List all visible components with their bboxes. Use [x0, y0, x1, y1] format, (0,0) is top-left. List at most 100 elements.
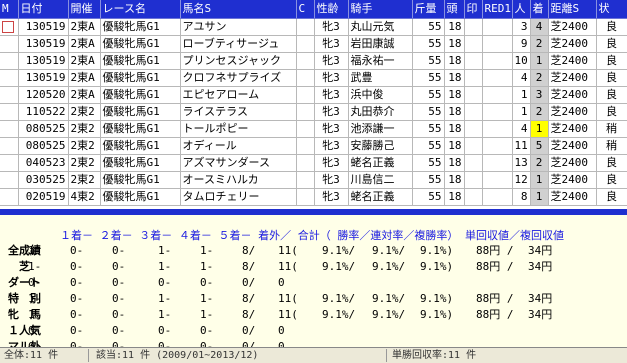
pop-cell[interactable]: 12 — [512, 171, 531, 189]
venue-cell[interactable]: 2東2 — [68, 137, 101, 155]
table-row[interactable]: 030525 2東2 優駿牝馬G1 オースミハルカ 牝3 川島信二 55 18 12 1 芝2400… — [0, 171, 627, 189]
date-cell[interactable]: 130519 — [18, 35, 69, 53]
mark-cell[interactable] — [464, 137, 483, 155]
dist-cell[interactable]: 芝2400 — [548, 69, 597, 87]
pop-cell[interactable]: 8 — [512, 188, 531, 206]
c-cell[interactable] — [296, 52, 315, 70]
horse-cell[interactable]: ローブティサージュ — [180, 35, 297, 53]
table-row[interactable]: 120520 2東A 優駿牝馬G1 エピセアローム 牝3 浜中俊 55 18 1 3 芝2400 良 — [0, 86, 627, 104]
col-header-cond[interactable]: 状 — [596, 0, 627, 19]
race-cell[interactable]: 優駿牝馬G1 — [100, 103, 181, 121]
dist-cell[interactable]: 芝2400 — [548, 171, 597, 189]
cond-cell[interactable]: 良 — [596, 154, 627, 172]
horse-cell[interactable]: アユサン — [180, 18, 297, 36]
venue-cell[interactable]: 4東2 — [68, 188, 101, 206]
jockey-cell[interactable]: 川島信二 — [348, 171, 413, 189]
mark-cell[interactable] — [464, 188, 483, 206]
horse-cell[interactable]: オディール — [180, 137, 297, 155]
jockey-cell[interactable]: 丸田恭介 — [348, 103, 413, 121]
check-cell[interactable] — [0, 171, 19, 189]
col-header-mark[interactable]: 印 — [464, 0, 483, 19]
sex-cell[interactable]: 牝3 — [314, 137, 349, 155]
cond-cell[interactable]: 稍 — [596, 137, 627, 155]
heads-cell[interactable]: 18 — [444, 86, 465, 104]
c-cell[interactable] — [296, 18, 315, 36]
check-cell[interactable] — [0, 18, 19, 36]
race-cell[interactable]: 優駿牝馬G1 — [100, 137, 181, 155]
weight-cell[interactable]: 55 — [412, 35, 445, 53]
mark-cell[interactable] — [464, 103, 483, 121]
heads-cell[interactable]: 18 — [444, 154, 465, 172]
pop-cell[interactable]: 3 — [512, 18, 531, 36]
col-header-heads[interactable]: 頭 — [444, 0, 465, 19]
cond-cell[interactable]: 良 — [596, 171, 627, 189]
c-cell[interactable] — [296, 154, 315, 172]
finish-cell[interactable]: 4 — [530, 18, 549, 36]
pop-cell[interactable]: 11 — [512, 137, 531, 155]
mark-cell[interactable] — [464, 154, 483, 172]
jockey-cell[interactable]: 武豊 — [348, 69, 413, 87]
weight-cell[interactable]: 55 — [412, 18, 445, 36]
date-cell[interactable]: 020519 — [18, 188, 69, 206]
horse-cell[interactable]: アズマサンダース — [180, 154, 297, 172]
cond-cell[interactable]: 良 — [596, 69, 627, 87]
red1-cell[interactable] — [482, 52, 513, 70]
heads-cell[interactable]: 18 — [444, 103, 465, 121]
date-cell[interactable]: 120520 — [18, 86, 69, 104]
finish-cell[interactable]: 1 — [530, 171, 549, 189]
pop-cell[interactable]: 4 — [512, 69, 531, 87]
table-row[interactable]: 040523 2東2 優駿牝馬G1 アズマサンダース 牝3 蛯名正義 55 18 13 2 芝240… — [0, 154, 627, 172]
red1-cell[interactable] — [482, 86, 513, 104]
c-cell[interactable] — [296, 69, 315, 87]
pop-cell[interactable]: 10 — [512, 52, 531, 70]
red1-cell[interactable] — [482, 35, 513, 53]
c-cell[interactable] — [296, 188, 315, 206]
table-row[interactable]: 130519 2東A 優駿牝馬G1 アユサン 牝3 丸山元気 55 18 3 4 芝2400 良 — [0, 18, 627, 36]
row-checkbox[interactable] — [2, 21, 14, 33]
c-cell[interactable] — [296, 86, 315, 104]
finish-cell[interactable]: 2 — [530, 154, 549, 172]
col-header-jockey[interactable]: 騎手 — [348, 0, 413, 19]
dist-cell[interactable]: 芝2400 — [548, 86, 597, 104]
finish-cell[interactable]: 2 — [530, 35, 549, 53]
c-cell[interactable] — [296, 35, 315, 53]
check-cell[interactable] — [0, 154, 19, 172]
heads-cell[interactable]: 18 — [444, 52, 465, 70]
weight-cell[interactable]: 55 — [412, 86, 445, 104]
finish-cell[interactable]: 1 — [530, 188, 549, 206]
mark-cell[interactable] — [464, 69, 483, 87]
check-cell[interactable] — [0, 35, 19, 53]
table-row[interactable]: 020519 4東2 優駿牝馬G1 タムロチェリー 牝3 蛯名正義 55 18 8 1 芝2400 良 — [0, 188, 627, 206]
c-cell[interactable] — [296, 120, 315, 138]
venue-cell[interactable]: 2東A — [68, 86, 101, 104]
table-row[interactable]: 130519 2東A 優駿牝馬G1 クロフネサプライズ 牝3 武豊 55 18 4 2 芝2400 良 — [0, 69, 627, 87]
sex-cell[interactable]: 牝3 — [314, 52, 349, 70]
dist-cell[interactable]: 芝2400 — [548, 18, 597, 36]
mark-cell[interactable] — [464, 35, 483, 53]
finish-cell[interactable]: 1 — [530, 52, 549, 70]
heads-cell[interactable]: 18 — [444, 69, 465, 87]
sex-cell[interactable]: 牝3 — [314, 188, 349, 206]
weight-cell[interactable]: 55 — [412, 69, 445, 87]
weight-cell[interactable]: 55 — [412, 188, 445, 206]
horse-cell[interactable]: トールポピー — [180, 120, 297, 138]
check-cell[interactable] — [0, 86, 19, 104]
dist-cell[interactable]: 芝2400 — [548, 137, 597, 155]
horse-cell[interactable]: クロフネサプライズ — [180, 69, 297, 87]
jockey-cell[interactable]: 安藤勝己 — [348, 137, 413, 155]
col-header-race[interactable]: レース名 — [100, 0, 181, 19]
venue-cell[interactable]: 2東A — [68, 69, 101, 87]
table-row[interactable]: 110522 2東2 優駿牝馬G1 ライステラス 牝3 丸田恭介 55 18 1 2 芝2400 良 — [0, 103, 627, 121]
horse-cell[interactable]: プリンセスジャック — [180, 52, 297, 70]
col-header-date[interactable]: 日付 — [18, 0, 69, 19]
cond-cell[interactable]: 良 — [596, 35, 627, 53]
sex-cell[interactable]: 牝3 — [314, 86, 349, 104]
race-cell[interactable]: 優駿牝馬G1 — [100, 35, 181, 53]
red1-cell[interactable] — [482, 120, 513, 138]
date-cell[interactable]: 110522 — [18, 103, 69, 121]
c-cell[interactable] — [296, 171, 315, 189]
pop-cell[interactable]: 4 — [512, 120, 531, 138]
date-cell[interactable]: 130519 — [18, 69, 69, 87]
race-cell[interactable]: 優駿牝馬G1 — [100, 69, 181, 87]
table-row[interactable]: 080525 2東2 優駿牝馬G1 トールポピー 牝3 池添謙一 55 18 4 1 芝2400 稍 — [0, 120, 627, 138]
